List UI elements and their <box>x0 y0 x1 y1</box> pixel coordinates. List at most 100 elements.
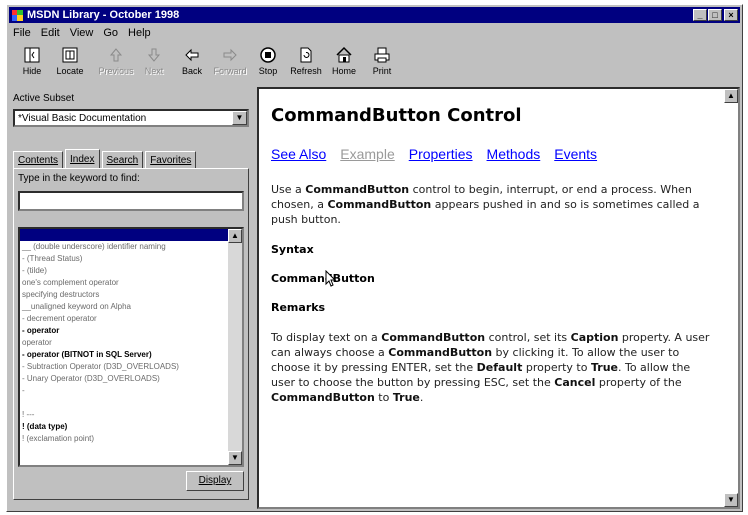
index-list-item[interactable]: - operator (BITNOT in SQL Server) <box>20 349 228 361</box>
locate-button[interactable]: Locate <box>51 43 89 83</box>
index-list-item[interactable]: ! --- <box>20 409 228 421</box>
remarks-text: . <box>419 391 424 404</box>
index-list-item[interactable]: - Unary Operator (D3D_OVERLOADS) <box>20 373 228 385</box>
print-icon <box>372 45 392 65</box>
topic-title: CommandButton Control <box>271 105 522 126</box>
index-list-item[interactable]: ! (data type) <box>20 421 228 433</box>
index-list-item[interactable]: - operator <box>20 325 228 337</box>
menu-help[interactable]: Help <box>128 27 151 39</box>
scroll-up-icon[interactable]: ▲ <box>228 229 242 243</box>
msdn-library-window: MSDN Library - October 1998 _ □ × File E… <box>6 4 743 512</box>
remarks-keyword: Caption <box>570 331 619 344</box>
previous-label: Previous <box>98 66 134 76</box>
index-panel: Type in the keyword to find: __ (double … <box>13 168 249 500</box>
index-scrollbar[interactable]: ▲ ▼ <box>228 229 242 465</box>
link-properties[interactable]: Properties <box>409 146 473 162</box>
index-list[interactable]: __ (double underscore) identifier naming… <box>18 227 244 467</box>
hide-icon <box>22 45 42 65</box>
topic-links: See Also Example Properties Methods Even… <box>271 146 711 162</box>
index-list-item[interactable]: ! (exclamation point) <box>20 433 228 445</box>
remarks-heading: Remarks <box>271 301 326 314</box>
index-list-item[interactable]: operator <box>20 337 228 349</box>
index-list-item[interactable] <box>20 397 228 409</box>
content-scroll-up-icon[interactable]: ▲ <box>724 89 738 103</box>
tab-favorites[interactable]: Favorites <box>145 151 197 168</box>
stop-button[interactable]: Stop <box>249 43 287 83</box>
index-list-item[interactable]: specifying destructors <box>20 289 228 301</box>
link-methods[interactable]: Methods <box>487 146 541 162</box>
locate-icon <box>60 45 80 65</box>
forward-label: Forward <box>213 66 247 76</box>
index-list-item[interactable]: - Subtraction Operator (D3D_OVERLOADS) <box>20 361 228 373</box>
remarks-text: property to <box>522 361 591 374</box>
menu-view[interactable]: View <box>70 27 94 39</box>
remarks-text: to <box>374 391 393 404</box>
index-list-item[interactable]: - <box>20 385 228 397</box>
index-list-item[interactable]: - (Thread Status) <box>20 253 228 265</box>
refresh-icon <box>296 45 316 65</box>
previous-button[interactable]: Previous <box>97 43 135 83</box>
link-events[interactable]: Events <box>554 146 597 162</box>
remarks-keyword: Default <box>476 361 523 374</box>
forward-arrow-icon <box>220 45 240 65</box>
home-icon <box>334 45 354 65</box>
back-button[interactable]: Back <box>173 43 211 83</box>
minimize-button[interactable]: _ <box>693 9 707 21</box>
print-button[interactable]: Print <box>363 43 401 83</box>
remarks-text: control, set its <box>485 331 571 344</box>
tab-index[interactable]: Index <box>65 149 100 169</box>
menu-file[interactable]: File <box>13 27 31 39</box>
maximize-button[interactable]: □ <box>708 9 722 21</box>
index-list-item[interactable]: - decrement operator <box>20 313 228 325</box>
title-bar[interactable]: MSDN Library - October 1998 _ □ × <box>9 7 740 23</box>
menu-edit[interactable]: Edit <box>41 27 60 39</box>
index-list-item[interactable]: one's complement operator <box>20 277 228 289</box>
next-button[interactable]: Next <box>135 43 173 83</box>
content-scrollbar[interactable]: ▲ ▼ <box>724 89 738 507</box>
link-example: Example <box>340 146 395 162</box>
tab-contents[interactable]: Contents <box>13 151 64 168</box>
navigation-pane: Active Subset *Visual Basic Documentatio… <box>11 87 257 507</box>
msdn-app-icon <box>11 9 24 22</box>
forward-button[interactable]: Forward <box>211 43 249 83</box>
remarks-keyword: Cancel <box>554 376 596 389</box>
next-label: Next <box>144 66 164 76</box>
index-list-item[interactable]: __unaligned keyword on Alpha <box>20 301 228 313</box>
hide-button[interactable]: Hide <box>13 43 51 83</box>
remarks-keyword: True <box>590 361 618 374</box>
remarks-text: property of the <box>595 376 682 389</box>
keyword-prompt: Type in the keyword to find: <box>18 173 140 184</box>
locate-label: Locate <box>56 66 84 76</box>
refresh-label: Refresh <box>290 66 322 76</box>
toolbar: Hide Locate Previous Next Back Forward S… <box>11 43 738 83</box>
down-arrow-icon <box>144 45 164 65</box>
topic-content-pane: CommandButton Control See Also Example P… <box>257 87 740 509</box>
close-button[interactable]: × <box>724 9 738 21</box>
remarks-keyword: CommandButton <box>381 331 486 344</box>
link-see-also[interactable]: See Also <box>271 146 326 162</box>
remarks-text: To display text on a <box>271 331 382 344</box>
active-subset-label: Active Subset <box>13 93 75 104</box>
display-button[interactable]: Display <box>186 471 244 491</box>
syntax-heading: Syntax <box>271 243 314 256</box>
index-list-item[interactable]: __ (double underscore) identifier naming <box>20 241 228 253</box>
refresh-button[interactable]: Refresh <box>287 43 325 83</box>
menu-go[interactable]: Go <box>103 27 118 39</box>
scroll-down-icon[interactable]: ▼ <box>228 451 242 465</box>
remarks-keyword: CommandButton <box>271 391 375 404</box>
content-scroll-down-icon[interactable]: ▼ <box>724 493 738 507</box>
keyword-input[interactable] <box>18 191 244 211</box>
index-list-item[interactable] <box>20 229 228 241</box>
stop-icon <box>258 45 278 65</box>
window-title: MSDN Library - October 1998 <box>27 9 180 21</box>
back-arrow-icon <box>182 45 202 65</box>
index-list-item[interactable]: - (tilde) <box>20 265 228 277</box>
up-arrow-icon <box>106 45 126 65</box>
nav-tabs: Contents Index Search Favorites <box>13 149 197 169</box>
active-subset-combo[interactable]: *Visual Basic Documentation ▼ <box>13 109 249 127</box>
home-button[interactable]: Home <box>325 43 363 83</box>
remarks-paragraph: To display text on a CommandButton contr… <box>271 330 711 405</box>
intro-paragraph: Use a CommandButton control to begin, in… <box>271 183 700 226</box>
tab-search[interactable]: Search <box>101 151 144 168</box>
chevron-down-icon[interactable]: ▼ <box>232 111 247 125</box>
